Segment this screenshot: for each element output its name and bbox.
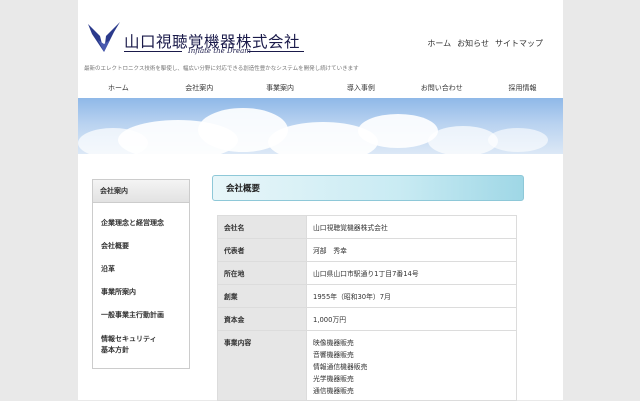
gnav-business[interactable]: 事業案内 <box>240 79 321 97</box>
row-value: 1955年（昭和30年）7月 <box>306 284 517 308</box>
tagline-rule-left <box>124 51 182 52</box>
table-row: 所在地 山口県山口市駅通り1丁目7番14号 <box>217 261 517 285</box>
gnav-contact[interactable]: お問い合わせ <box>401 79 482 97</box>
row-value-list: 映像機器販売 音響機器販売 情報通信機器販売 光学機器販売 通信機器販売 <box>306 330 517 401</box>
company-logo-icon[interactable] <box>86 20 122 56</box>
sidebar-item-security[interactable]: 情報セキュリティ <box>101 334 157 345</box>
business-item: 光学機器販売 <box>313 375 354 383</box>
sidebar-item-overview[interactable]: 会社概要 <box>101 241 129 252</box>
table-row: 代表者 河部 秀幸 <box>217 238 517 262</box>
tagline-english: Inflate the Dream <box>188 47 251 55</box>
business-item: 映像機器販売 <box>313 339 354 347</box>
sidebar-heading: 会社案内 <box>93 180 189 203</box>
sidebar-item-philosophy[interactable]: 企業理念と経営理念 <box>101 218 164 229</box>
sidebar-item-history[interactable]: 沿革 <box>101 264 115 275</box>
business-item: 情報通信機器販売 <box>313 363 368 371</box>
row-label: 資本金 <box>217 307 307 331</box>
row-label: 所在地 <box>217 261 307 285</box>
util-link-news[interactable]: お知らせ <box>457 38 489 49</box>
global-nav: ホーム 会社案内 事業案内 導入事例 お問い合わせ 採用情報 <box>78 79 563 97</box>
sidebar-item-action-plan[interactable]: 一般事業主行動計画 <box>101 310 164 321</box>
table-row: 会社名 山口視聴覚機器株式会社 <box>217 215 517 239</box>
gnav-company[interactable]: 会社案内 <box>159 79 240 97</box>
table-row: 資本金 1,000万円 <box>217 307 517 331</box>
utility-nav: ホーム お知らせ サイトマップ <box>427 38 543 49</box>
sidebar-item-offices[interactable]: 事業所案内 <box>101 287 136 298</box>
company-description: 最新のエレクトロニクス技術を駆使し、幅広い分野に対応できる創造性豊かなシステムを… <box>84 66 359 72</box>
business-item: 通信機器販売 <box>313 387 354 395</box>
util-link-home[interactable]: ホーム <box>427 38 451 49</box>
gnav-recruit[interactable]: 採用情報 <box>482 79 563 97</box>
row-label: 事業内容 <box>217 330 307 401</box>
row-label: 代表者 <box>217 238 307 262</box>
table-row: 創業 1955年（昭和30年）7月 <box>217 284 517 308</box>
sidebar: 会社案内 企業理念と経営理念 会社概要 沿革 事業所案内 一般事業主行動計画 情… <box>92 179 190 369</box>
sidebar-item-security-policy[interactable]: 基本方針 <box>101 345 129 356</box>
tagline-rule-right <box>248 51 304 52</box>
business-item: 音響機器販売 <box>313 351 354 359</box>
row-value: 山口県山口市駅通り1丁目7番14号 <box>306 261 517 285</box>
row-label: 会社名 <box>217 215 307 239</box>
company-info-table: 会社名 山口視聴覚機器株式会社 代表者 河部 秀幸 所在地 山口県山口市駅通り1… <box>217 215 517 401</box>
gnav-cases[interactable]: 導入事例 <box>320 79 401 97</box>
section-title-bar: 会社概要 <box>212 175 524 201</box>
row-label: 創業 <box>217 284 307 308</box>
page-container: 山口視聴覚機器株式会社 Inflate the Dream ホーム お知らせ サ… <box>78 0 563 401</box>
site-header: 山口視聴覚機器株式会社 Inflate the Dream ホーム お知らせ サ… <box>78 0 563 76</box>
row-value: 河部 秀幸 <box>306 238 517 262</box>
util-link-sitemap[interactable]: サイトマップ <box>495 38 543 49</box>
section-title: 会社概要 <box>226 184 261 194</box>
gnav-home[interactable]: ホーム <box>78 79 159 97</box>
table-row: 事業内容 映像機器販売 音響機器販売 情報通信機器販売 光学機器販売 通信機器販… <box>217 330 517 401</box>
row-value: 1,000万円 <box>306 307 517 331</box>
hero-sky-banner <box>78 98 563 154</box>
row-value: 山口視聴覚機器株式会社 <box>306 215 517 239</box>
